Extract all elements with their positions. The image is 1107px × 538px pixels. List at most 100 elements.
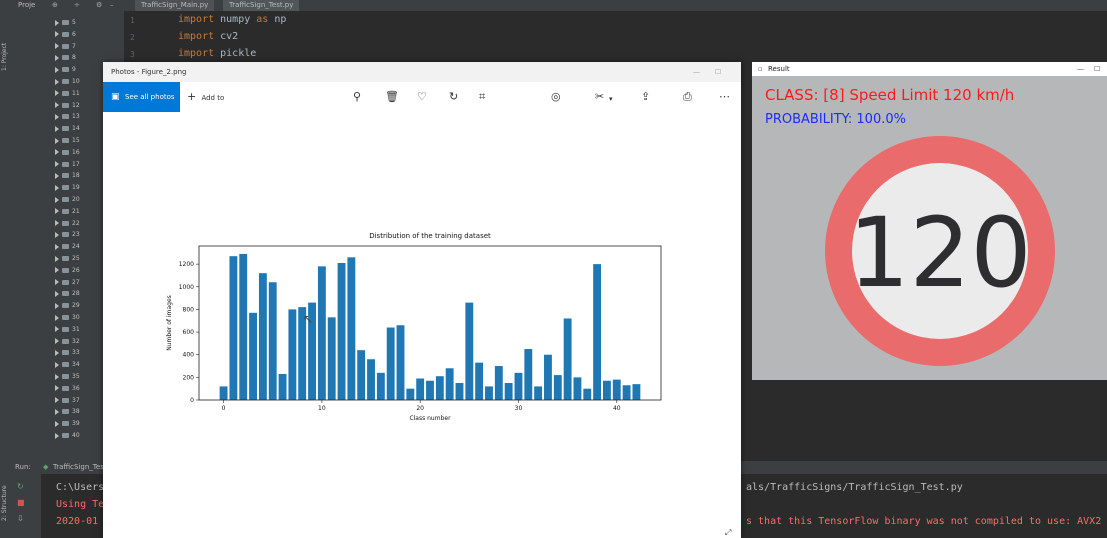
tree-folder-item[interactable]: 5 [55,17,76,28]
tree-folder-item[interactable]: 25 [55,253,80,264]
tree-folder-item[interactable]: 12 [55,100,80,111]
tree-folder-item[interactable]: 27 [55,277,80,288]
expand-icon[interactable]: ⤢ [725,528,731,538]
chevron-right-icon[interactable] [55,302,59,309]
more-icon[interactable]: ⋯ [719,90,730,104]
tree-folder-item[interactable]: 23 [55,229,80,240]
chevron-down-icon[interactable]: ▾ [609,92,613,106]
tab-trafficsign-main[interactable]: TrafficSign_Main.py [135,0,215,11]
chevron-right-icon[interactable] [55,314,59,321]
globe-icon[interactable]: ⊕ [52,0,58,11]
tree-folder-item[interactable]: 34 [55,359,80,370]
chevron-right-icon[interactable] [55,255,59,262]
chevron-right-icon[interactable] [55,243,59,250]
chevron-right-icon[interactable] [55,54,59,61]
chevron-right-icon[interactable] [55,231,59,238]
chevron-right-icon[interactable] [55,113,59,120]
rotate-icon[interactable]: ↻ [449,90,458,104]
minimize-icon[interactable]: — [1077,62,1084,76]
chevron-right-icon[interactable] [55,161,59,168]
tree-folder-item[interactable]: 28 [55,288,80,299]
tree-folder-item[interactable]: 26 [55,265,80,276]
tree-folder-item[interactable]: 17 [55,159,80,170]
tree-folder-item[interactable]: 31 [55,324,80,335]
chevron-right-icon[interactable] [55,208,59,215]
zoom-icon[interactable]: ⚲ [353,90,361,104]
add-to-button[interactable]: + Add to [187,82,224,112]
run-tab[interactable]: TrafficSign_Test [53,463,107,471]
minus-icon[interactable]: – [110,0,114,11]
chevron-right-icon[interactable] [55,90,59,97]
see-all-photos-button[interactable]: ▣ See all photos [103,82,180,112]
tree-folder-item[interactable]: 21 [55,206,80,217]
tree-folder-item[interactable]: 8 [55,52,76,63]
chevron-right-icon[interactable] [55,19,59,26]
tree-folder-item[interactable]: 16 [55,147,80,158]
tree-folder-item[interactable]: 24 [55,241,80,252]
chevron-right-icon[interactable] [55,137,59,144]
chevron-right-icon[interactable] [55,102,59,109]
print-icon[interactable]: ⎙ [683,90,692,104]
tree-folder-item[interactable]: 13 [55,111,80,122]
tree-folder-item[interactable]: 15 [55,135,80,146]
tree-folder-item[interactable]: 39 [55,418,80,429]
tree-folder-item[interactable]: 9 [55,64,76,75]
tree-folder-item[interactable]: 38 [55,406,80,417]
tree-folder-item[interactable]: 32 [55,336,80,347]
structure-tool-label[interactable]: 2: Structure [1,481,10,521]
chevron-right-icon[interactable] [55,432,59,439]
share-icon[interactable]: ⇪ [641,90,650,104]
chevron-right-icon[interactable] [55,420,59,427]
tree-folder-item[interactable]: 10 [55,76,80,87]
chevron-right-icon[interactable] [55,338,59,345]
chevron-right-icon[interactable] [55,220,59,227]
tree-folder-item[interactable]: 18 [55,170,80,181]
chevron-right-icon[interactable] [55,267,59,274]
tree-folder-item[interactable]: 14 [55,123,80,134]
tab-project[interactable]: Proje [12,0,41,11]
tree-folder-item[interactable]: 20 [55,194,80,205]
chevron-right-icon[interactable] [55,373,59,380]
chevron-right-icon[interactable] [55,326,59,333]
chevron-right-icon[interactable] [55,172,59,179]
tree-folder-item[interactable]: 6 [55,29,76,40]
chevron-right-icon[interactable] [55,361,59,368]
tree-folder-item[interactable]: 33 [55,347,80,358]
enhance-icon[interactable]: ◎ [551,90,561,104]
tree-folder-item[interactable]: 19 [55,182,80,193]
tree-folder-item[interactable]: 40 [55,430,80,441]
pin-icon[interactable]: ⇩ [17,514,24,523]
chevron-right-icon[interactable] [55,290,59,297]
chevron-right-icon[interactable] [55,184,59,191]
chevron-right-icon[interactable] [55,43,59,50]
edit-icon[interactable]: ✂ [595,90,604,104]
chevron-right-icon[interactable] [55,196,59,203]
delete-icon[interactable]: 🗑 [385,90,399,104]
chevron-right-icon[interactable] [55,149,59,156]
chevron-right-icon[interactable] [55,385,59,392]
maximize-icon[interactable]: ☐ [715,62,721,82]
chevron-right-icon[interactable] [55,78,59,85]
tree-folder-item[interactable]: 36 [55,383,80,394]
split-icon[interactable]: ÷ [74,0,80,11]
tree-folder-item[interactable]: 29 [55,300,80,311]
tree-folder-item[interactable]: 30 [55,312,80,323]
chevron-right-icon[interactable] [55,279,59,286]
chevron-right-icon[interactable] [55,31,59,38]
code-line[interactable]: import pickle [178,48,256,59]
tree-folder-item[interactable]: 11 [55,88,80,99]
chevron-right-icon[interactable] [55,125,59,132]
tree-folder-item[interactable]: 22 [55,218,80,229]
project-tool-label[interactable]: 1: Project [1,41,10,71]
chevron-right-icon[interactable] [55,66,59,73]
chevron-right-icon[interactable] [55,349,59,356]
tab-trafficsign-test[interactable]: TrafficSign_Test.py [223,0,300,11]
tree-folder-item[interactable]: 37 [55,395,80,406]
tree-folder-item[interactable]: 35 [55,371,80,382]
crop-icon[interactable]: ⌗ [479,90,485,104]
code-line[interactable]: import numpy as np [178,14,286,25]
minimize-icon[interactable]: — [693,62,700,82]
chevron-right-icon[interactable] [55,408,59,415]
stop-icon[interactable]: ■ [17,498,25,507]
maximize-icon[interactable]: ☐ [1094,62,1100,76]
